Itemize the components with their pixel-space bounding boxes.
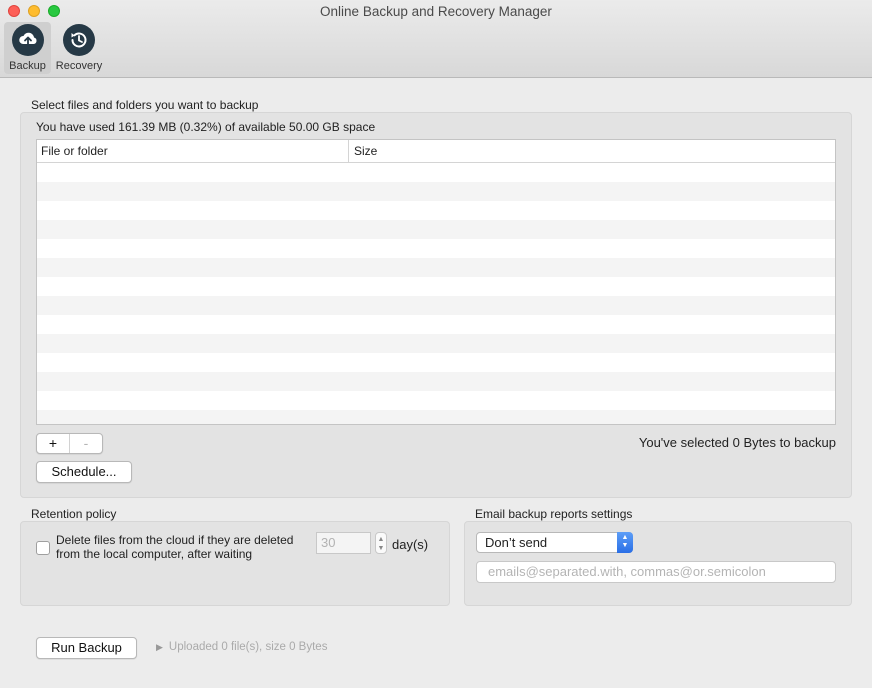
- email-report-select-value: Don’t send: [485, 535, 548, 550]
- storage-usage-text: You have used 161.39 MB (0.32%) of avail…: [36, 120, 376, 134]
- selected-size-text: You've selected 0 Bytes to backup: [638, 435, 836, 450]
- file-table-body[interactable]: [37, 163, 835, 424]
- file-table[interactable]: File or folder Size: [36, 139, 836, 425]
- days-unit-label: day(s): [392, 537, 429, 552]
- table-row: [37, 239, 835, 258]
- retention-days-stepper[interactable]: ▲ ▼: [375, 532, 387, 554]
- table-row: [37, 372, 835, 391]
- window-title: Online Backup and Recovery Manager: [320, 4, 552, 19]
- file-table-header: File or folder Size: [37, 140, 835, 163]
- email-addresses-input[interactable]: emails@separated.with, commas@or.semicol…: [476, 561, 836, 583]
- table-row: [37, 277, 835, 296]
- remove-button[interactable]: -: [69, 434, 102, 453]
- title-bar: Online Backup and Recovery Manager Backu…: [0, 0, 872, 78]
- run-backup-button[interactable]: Run Backup: [36, 637, 137, 659]
- retention-days-input[interactable]: 30: [316, 532, 371, 554]
- toolbar-backup-label: Backup: [9, 60, 46, 72]
- email-report-select[interactable]: Don’t send ▲ ▼: [476, 532, 633, 553]
- upload-status[interactable]: ▶ Uploaded 0 file(s), size 0 Bytes: [156, 641, 327, 653]
- upload-status-text: Uploaded 0 file(s), size 0 Bytes: [168, 641, 328, 653]
- toolbar-backup-tab[interactable]: Backup: [4, 22, 51, 74]
- schedule-button[interactable]: Schedule...: [36, 461, 132, 483]
- table-row: [37, 296, 835, 315]
- select-arrows-icon: ▲ ▼: [617, 532, 633, 553]
- email-section-label: Email backup reports settings: [475, 507, 633, 521]
- retention-section-label: Retention policy: [31, 507, 117, 521]
- stepper-down-icon[interactable]: ▼: [376, 544, 386, 553]
- table-row: [37, 163, 835, 182]
- toolbar-recovery-label: Recovery: [55, 60, 103, 72]
- disclosure-triangle-icon[interactable]: ▶: [156, 642, 163, 652]
- table-row: [37, 410, 835, 424]
- table-row: [37, 334, 835, 353]
- add-button[interactable]: +: [37, 434, 69, 453]
- column-header-size[interactable]: Size: [349, 140, 377, 162]
- add-remove-control: + -: [36, 433, 103, 454]
- stepper-up-icon[interactable]: ▲: [376, 535, 386, 544]
- backup-section-label: Select files and folders you want to bac…: [31, 98, 259, 112]
- column-header-file[interactable]: File or folder: [37, 140, 349, 162]
- table-row: [37, 353, 835, 372]
- table-row: [37, 201, 835, 220]
- delete-files-checkbox[interactable]: [36, 541, 50, 555]
- history-icon: [63, 24, 95, 56]
- cloud-upload-icon: [11, 24, 44, 56]
- table-row: [37, 315, 835, 334]
- toolbar-recovery-tab[interactable]: Recovery: [52, 22, 106, 74]
- table-row: [37, 391, 835, 410]
- table-row: [37, 182, 835, 201]
- table-row: [37, 220, 835, 239]
- delete-files-label[interactable]: Delete files from the cloud if they are …: [56, 533, 306, 561]
- table-row: [37, 258, 835, 277]
